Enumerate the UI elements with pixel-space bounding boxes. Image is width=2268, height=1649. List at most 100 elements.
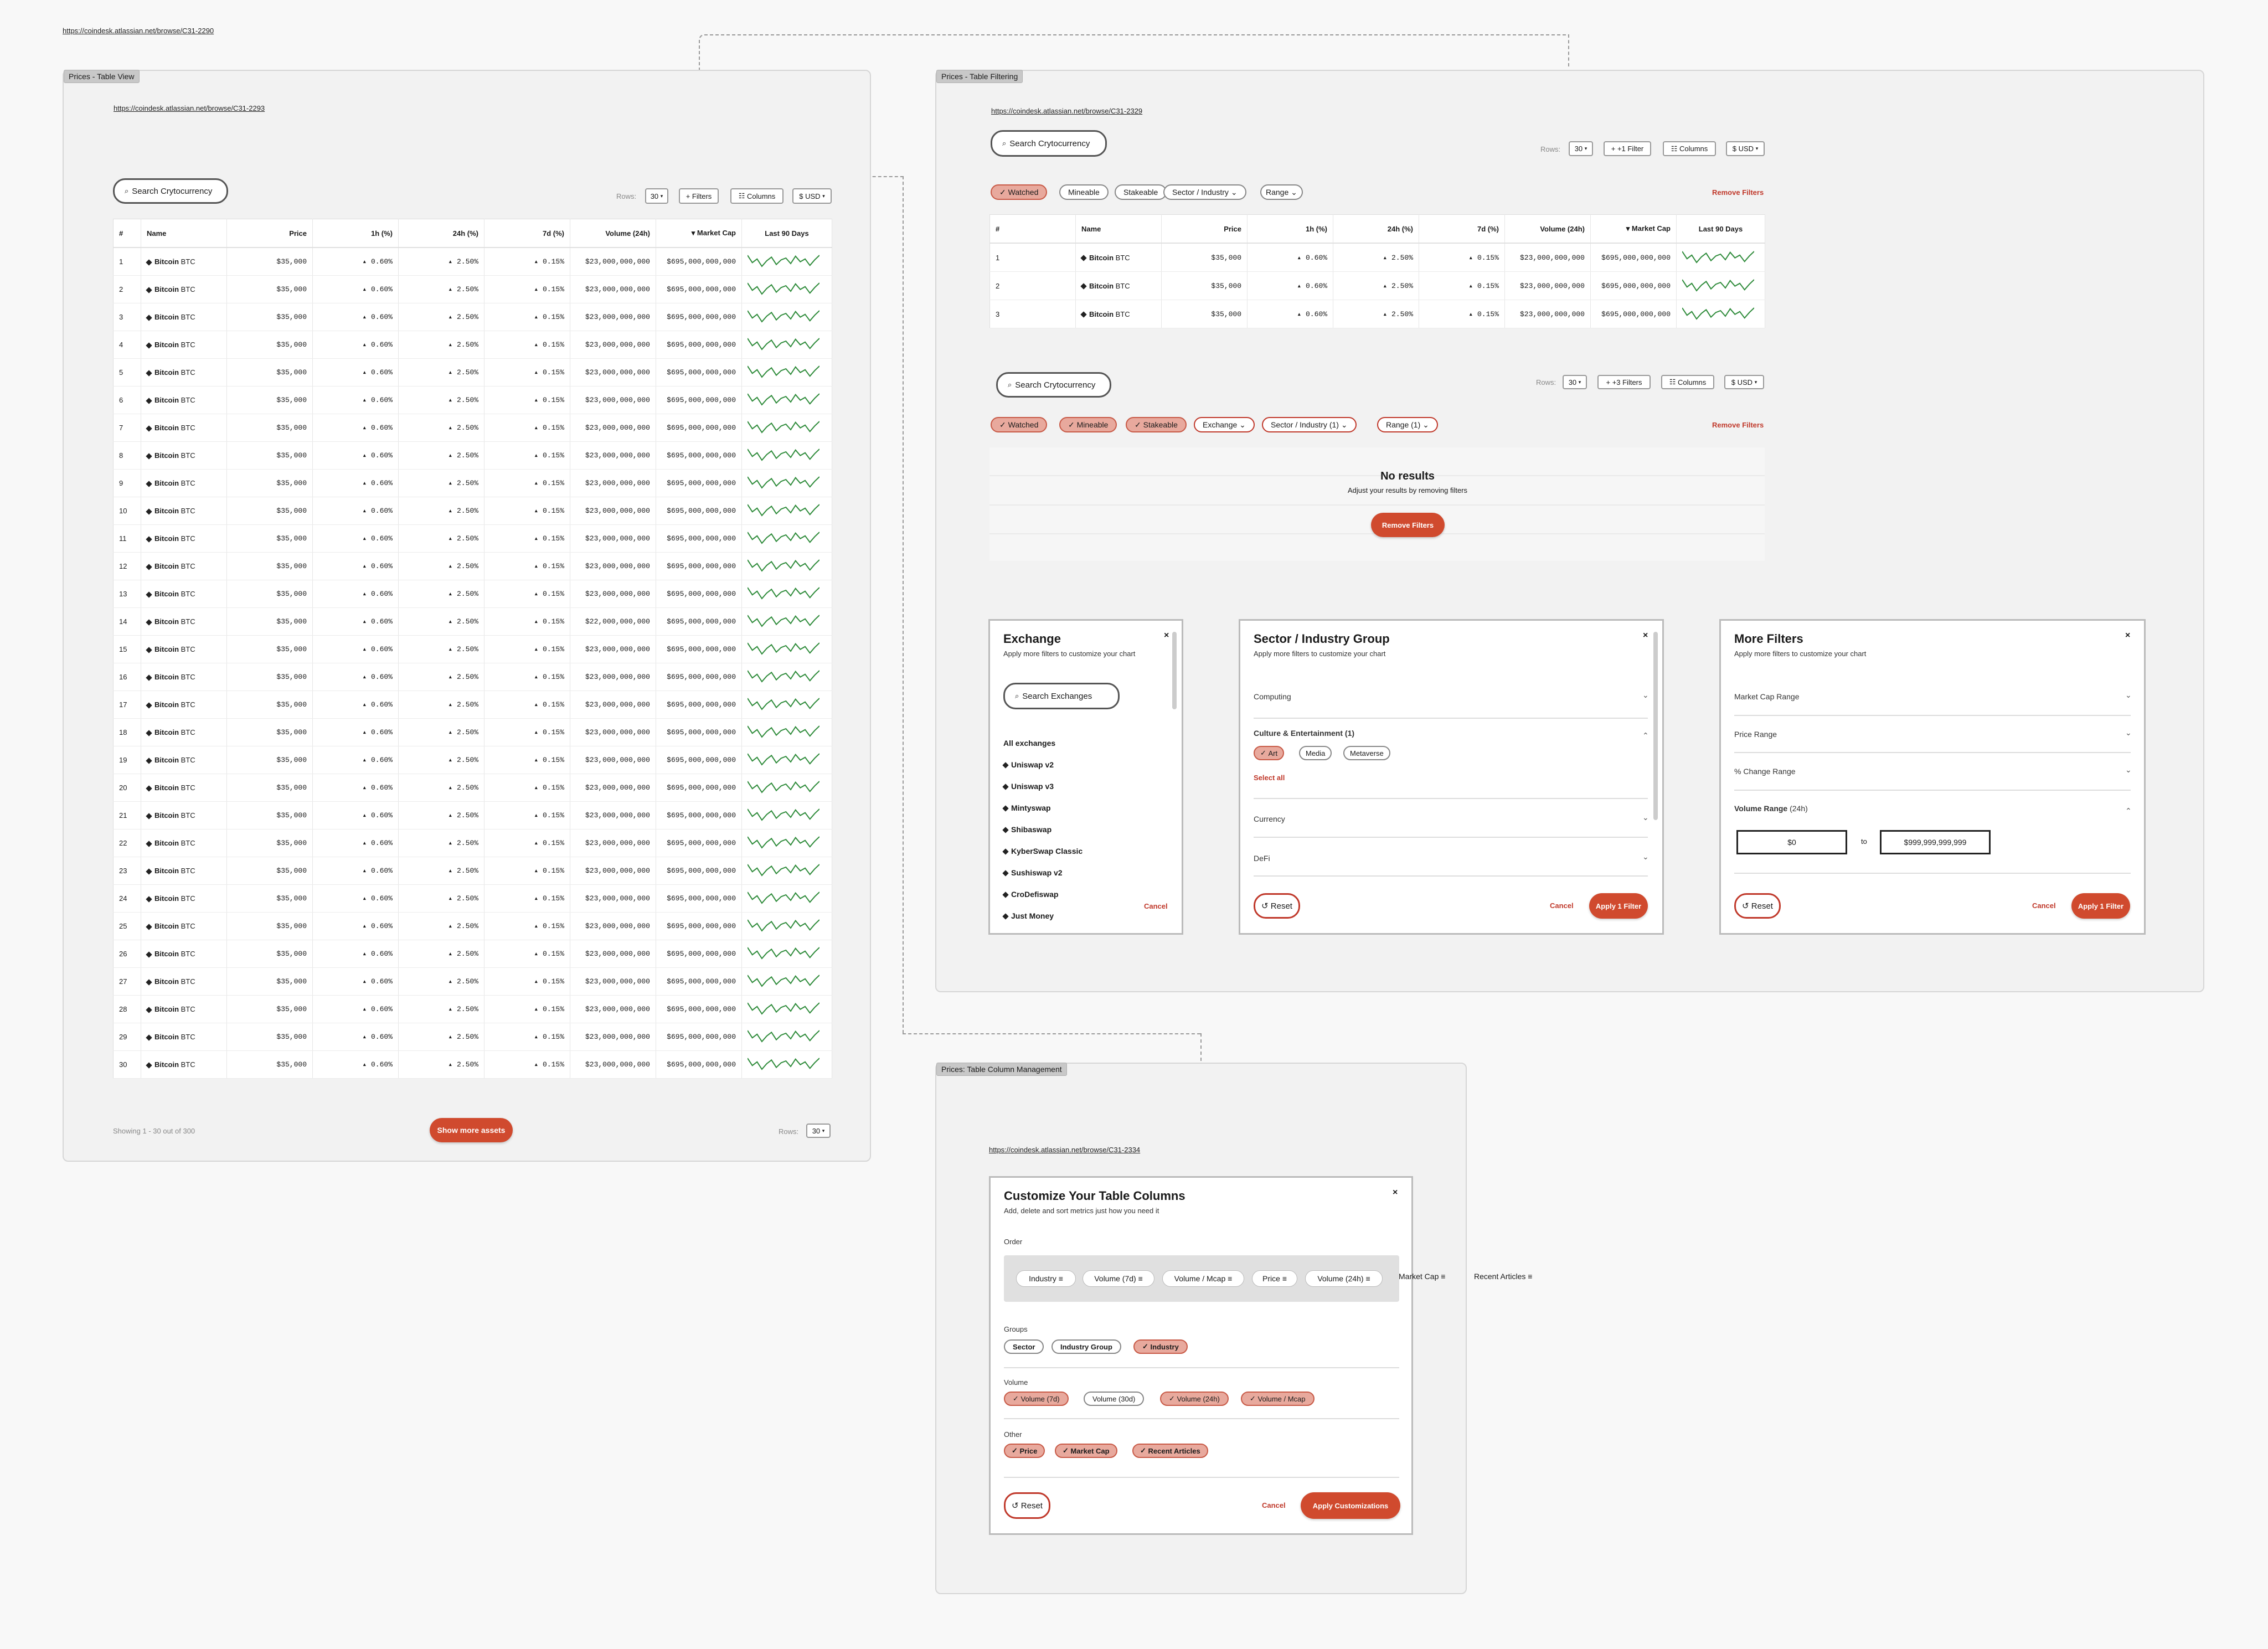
filter-button[interactable]: + +1 Filter	[1604, 141, 1651, 156]
close-icon[interactable]: ×	[1643, 631, 1648, 641]
table-row[interactable]: 25 Bitcoin BTC $35,000 ▴ 0.60% ▴ 2.50% ▴ 0.15…	[113, 912, 832, 940]
exchange-item[interactable]: KyberSwap Classic	[1002, 847, 1083, 856]
column-header[interactable]: Price	[1161, 214, 1248, 244]
apply-filter-button[interactable]: Apply 1 Filter	[2071, 893, 2130, 919]
remove-filters-link[interactable]: Remove Filters	[1712, 421, 1764, 429]
table-row[interactable]: 16 Bitcoin BTC $35,000 ▴ 0.60% ▴ 2.50% ▴ 0.15…	[113, 663, 832, 691]
order-item-market-cap[interactable]: Market Cap ≡	[1399, 1272, 1445, 1281]
table-row[interactable]: 2 Bitcoin BTC $35,000 ▴ 0.60% ▴ 2.50% ▴ 0.15%…	[113, 275, 832, 303]
show-more-button[interactable]: Show more assets	[430, 1118, 513, 1142]
table-row[interactable]: 5 Bitcoin BTC $35,000 ▴ 0.60% ▴ 2.50% ▴ 0.15%…	[113, 358, 832, 387]
columns-button[interactable]: ☷ Columns	[730, 188, 784, 204]
chevron-up-icon[interactable]: ⌄	[1642, 730, 1649, 740]
group-defi[interactable]: DeFi	[1254, 854, 1270, 863]
table-row[interactable]: 12 Bitcoin BTC $35,000 ▴ 0.60% ▴ 2.50% ▴ 0.15…	[113, 552, 832, 580]
table-row[interactable]: 1 Bitcoin BTC $35,000 ▴ 0.60% ▴ 2.50% ▴ 0.15%…	[113, 248, 832, 276]
top-jira-link[interactable]: https://coindesk.atlassian.net/browse/C3…	[63, 27, 214, 35]
drag-handle-icon[interactable]: ≡	[1366, 1274, 1370, 1283]
table-row[interactable]: 3 Bitcoin BTC $35,000 ▴ 0.60% ▴ 2.50% ▴ 0.15%…	[113, 303, 832, 331]
drag-handle-icon[interactable]: ≡	[1138, 1274, 1143, 1283]
remove-filters-link[interactable]: Remove Filters	[1712, 188, 1764, 197]
table-row[interactable]: 18 Bitcoin BTC $35,000 ▴ 0.60% ▴ 2.50% ▴ 0.15…	[113, 718, 832, 746]
chip-metaverse[interactable]: Metaverse	[1343, 746, 1390, 760]
min-volume-input[interactable]: $0	[1736, 830, 1847, 854]
chevron-down-icon[interactable]: ⌄	[2125, 728, 2132, 738]
table-row[interactable]: 28 Bitcoin BTC $35,000 ▴ 0.60% ▴ 2.50% ▴ 0.15…	[113, 995, 832, 1023]
price-range[interactable]: Price Range	[1734, 730, 1777, 739]
column-header[interactable]: 1h (%)	[312, 219, 399, 248]
reset-button[interactable]: ↺ Reset	[1004, 1492, 1050, 1519]
table-row[interactable]: 7 Bitcoin BTC $35,000 ▴ 0.60% ▴ 2.50% ▴ 0.15%…	[113, 414, 832, 442]
group-chip-sector[interactable]: Sector	[1004, 1339, 1044, 1354]
cancel-button[interactable]: Cancel	[1144, 902, 1168, 910]
order-item[interactable]: Volume / Mcap ≡	[1162, 1270, 1244, 1287]
market-cap-range[interactable]: Market Cap Range	[1734, 692, 1800, 701]
currency-select[interactable]: $ USD ▾	[1724, 375, 1764, 389]
currency-select[interactable]: $ USD ▾	[1726, 141, 1765, 156]
chevron-down-icon[interactable]: ⌄	[2125, 765, 2132, 775]
chip-watched[interactable]: ✓ Watched	[991, 184, 1048, 200]
chip-exchange[interactable]: Exchange ⌄	[1194, 417, 1255, 432]
column-header[interactable]: Name	[141, 219, 227, 248]
close-icon[interactable]: ×	[1393, 1188, 1398, 1198]
group-computing[interactable]: Computing	[1254, 692, 1291, 701]
drag-handle-icon[interactable]: ≡	[1059, 1274, 1063, 1283]
table-row[interactable]: 17 Bitcoin BTC $35,000 ▴ 0.60% ▴ 2.50% ▴ 0.15…	[113, 690, 832, 719]
chevron-down-icon[interactable]: ⌄	[1642, 813, 1649, 822]
table-row[interactable]: 22 Bitcoin BTC $35,000 ▴ 0.60% ▴ 2.50% ▴ 0.15…	[113, 829, 832, 857]
jira-link[interactable]: https://coindesk.atlassian.net/browse/C3…	[114, 104, 265, 112]
exchange-item[interactable]: Mintyswap	[1002, 803, 1051, 812]
group-chip-industry-group[interactable]: Industry Group	[1051, 1339, 1121, 1354]
group-chip-industry[interactable]: ✓ Industry	[1133, 1339, 1188, 1354]
chevron-down-icon[interactable]: ⌄	[2125, 690, 2132, 700]
table-row[interactable]: 8 Bitcoin BTC $35,000 ▴ 0.60% ▴ 2.50% ▴ 0.15%…	[113, 441, 832, 470]
table-row[interactable]: 23 Bitcoin BTC $35,000 ▴ 0.60% ▴ 2.50% ▴ 0.15…	[113, 857, 832, 885]
volume-chip[interactable]: ✓ Volume / Mcap	[1241, 1392, 1315, 1406]
rows-select[interactable]: 30 ▾	[806, 1124, 831, 1138]
table-row[interactable]: 1 Bitcoin BTC $35,000 ▴ 0.60% ▴ 2.50% ▴ 0.15%…	[989, 243, 1765, 272]
column-header[interactable]: #	[113, 219, 141, 248]
table-row[interactable]: 27 Bitcoin BTC $35,000 ▴ 0.60% ▴ 2.50% ▴ 0.15…	[113, 967, 832, 996]
exchange-item[interactable]: Shibaswap	[1002, 825, 1051, 834]
drag-handle-icon[interactable]: ≡	[1441, 1272, 1445, 1281]
column-header[interactable]: 7d (%)	[484, 219, 570, 248]
chip-range[interactable]: Range (1) ⌄	[1377, 417, 1438, 432]
column-header[interactable]: ▾ Market Cap	[1590, 214, 1677, 244]
chip-watched[interactable]: ✓ Watched	[991, 417, 1048, 432]
chevron-down-icon[interactable]: ⌄	[1642, 690, 1649, 700]
reset-button[interactable]: ↺ Reset	[1734, 893, 1781, 919]
table-row[interactable]: 24 Bitcoin BTC $35,000 ▴ 0.60% ▴ 2.50% ▴ 0.15…	[113, 884, 832, 913]
order-item-recent-articles[interactable]: Recent Articles ≡	[1474, 1272, 1532, 1281]
volume-range[interactable]: Volume Range (24h)	[1734, 804, 1808, 813]
table-row[interactable]: 10 Bitcoin BTC $35,000 ▴ 0.60% ▴ 2.50% ▴ 0.15…	[113, 497, 832, 525]
search-input[interactable]: ⌕ Search Crytocurrency	[996, 372, 1111, 398]
chip-range[interactable]: Range ⌄	[1260, 184, 1303, 200]
chip-mineable[interactable]: Mineable	[1059, 184, 1109, 200]
columns-button[interactable]: ☷ Columns	[1663, 141, 1716, 156]
drag-handle-icon[interactable]: ≡	[1282, 1274, 1287, 1283]
column-header[interactable]: 24h (%)	[1333, 214, 1419, 244]
table-row[interactable]: 11 Bitcoin BTC $35,000 ▴ 0.60% ▴ 2.50% ▴ 0.15…	[113, 524, 832, 553]
drag-handle-icon[interactable]: ≡	[1528, 1272, 1532, 1281]
cancel-button[interactable]: Cancel	[2032, 901, 2056, 910]
column-header[interactable]: #	[989, 214, 1076, 244]
volume-chip[interactable]: Volume (30d)	[1084, 1392, 1145, 1406]
volume-chip[interactable]: ✓ Volume (7d)	[1004, 1392, 1069, 1406]
column-header[interactable]: Name	[1075, 214, 1162, 244]
other-chip[interactable]: ✓ Price	[1004, 1444, 1045, 1458]
cancel-button[interactable]: Cancel	[1262, 1501, 1286, 1509]
table-row[interactable]: 9 Bitcoin BTC $35,000 ▴ 0.60% ▴ 2.50% ▴ 0.15%…	[113, 469, 832, 497]
columns-button[interactable]: ☷ Columns	[1661, 375, 1714, 389]
table-row[interactable]: 20 Bitcoin BTC $35,000 ▴ 0.60% ▴ 2.50% ▴ 0.15…	[113, 774, 832, 802]
column-header[interactable]: Last 90 Days	[741, 219, 832, 248]
exchange-item-all[interactable]: All exchanges	[1003, 739, 1055, 748]
jira-link[interactable]: https://coindesk.atlassian.net/browse/C3…	[991, 107, 1142, 115]
chevron-up-icon[interactable]: ⌄	[2125, 806, 2132, 815]
close-icon[interactable]: ×	[2125, 631, 2130, 641]
other-chip[interactable]: ✓ Market Cap	[1055, 1444, 1117, 1458]
table-row[interactable]: 30 Bitcoin BTC $35,000 ▴ 0.60% ▴ 2.50% ▴ 0.15…	[113, 1050, 832, 1079]
table-row[interactable]: 14 Bitcoin BTC $35,000 ▴ 0.60% ▴ 2.50% ▴ 0.15…	[113, 607, 832, 636]
cancel-button[interactable]: Cancel	[1550, 901, 1574, 910]
column-header[interactable]: 7d (%)	[1419, 214, 1505, 244]
exchange-item[interactable]: Uniswap v3	[1002, 782, 1054, 791]
